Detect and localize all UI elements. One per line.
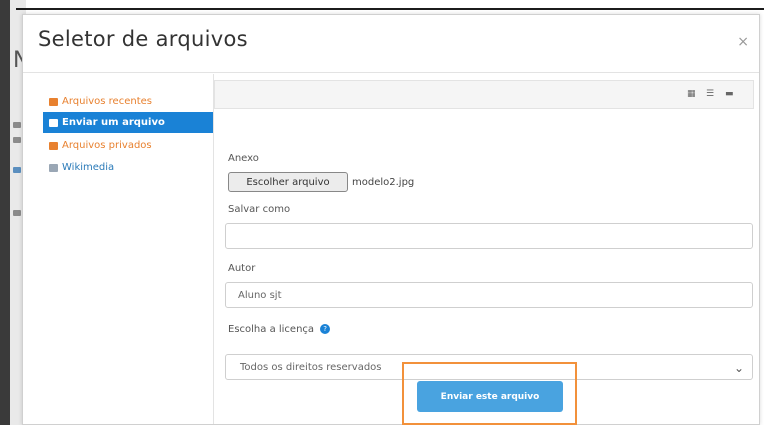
private-files-icon — [49, 141, 58, 150]
background-mark — [13, 137, 21, 143]
close-icon[interactable]: × — [737, 34, 749, 50]
recent-files-icon — [49, 97, 58, 106]
upload-file-button[interactable]: Enviar este arquivo — [417, 381, 563, 412]
dialog-header: Seletor de arquivos × — [23, 15, 759, 73]
view-toolbar: ▦ ☰ ▬ — [214, 80, 754, 109]
sidebar-item-label: Arquivos privados — [62, 140, 152, 151]
repository-sidebar: Arquivos recentes Enviar um arquivo Arqu… — [23, 74, 213, 424]
background-left-strip — [0, 0, 10, 425]
sidebar-item-upload[interactable]: Enviar um arquivo — [43, 112, 213, 133]
wikimedia-icon — [49, 163, 58, 172]
dialog-title: Seletor de arquivos — [38, 27, 248, 51]
chevron-down-icon: ⌄ — [733, 361, 744, 375]
author-input[interactable]: Aluno sjt — [225, 282, 753, 308]
license-select-value: Todos os direitos reservados — [240, 361, 382, 373]
save-as-input[interactable] — [225, 223, 753, 249]
window-top-border — [16, 8, 764, 10]
background-mark — [13, 122, 21, 128]
sidebar-item-label: Enviar um arquivo — [62, 117, 165, 128]
sidebar-item-label: Wikimedia — [62, 162, 115, 173]
background-mark — [13, 167, 21, 173]
license-label: Escolha a licença? — [228, 324, 331, 335]
attachment-label: Anexo — [228, 153, 259, 164]
help-icon[interactable]: ? — [320, 324, 331, 334]
sidebar-item-recent-files[interactable]: Arquivos recentes — [43, 91, 213, 112]
background-mark — [13, 210, 21, 216]
selected-file-name: modelo2.jpg — [352, 177, 415, 188]
list-view-icon[interactable]: ☰ — [706, 90, 716, 99]
author-label: Autor — [228, 263, 256, 274]
save-as-label: Salvar como — [228, 204, 291, 215]
sidebar-item-wikimedia[interactable]: Wikimedia — [43, 157, 213, 178]
license-label-text: Escolha a licença — [228, 324, 315, 335]
file-picker-dialog: Seletor de arquivos × Arquivos recentes … — [22, 14, 760, 425]
upload-icon — [49, 118, 58, 127]
choose-file-button[interactable]: Escolher arquivo — [228, 172, 348, 192]
grid-view-icon[interactable]: ▦ — [687, 90, 697, 99]
sidebar-item-private-files[interactable]: Arquivos privados — [43, 135, 213, 156]
sidebar-item-label: Arquivos recentes — [62, 96, 152, 107]
tree-view-icon[interactable]: ▬ — [725, 90, 735, 99]
